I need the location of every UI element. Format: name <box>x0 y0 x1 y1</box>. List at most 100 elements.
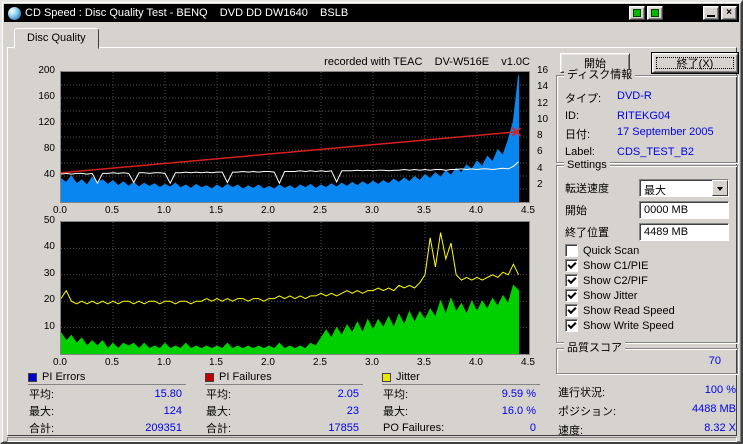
disc-info-row: ID: RITEKG04 <box>557 108 737 124</box>
tab-disc-quality[interactable]: Disc Quality <box>14 28 99 49</box>
titlebar-green-button-2[interactable] <box>647 6 663 20</box>
disc-info-row: タイプ: DVD-R <box>557 88 737 108</box>
axis-tick-label: 0.5 <box>105 205 119 216</box>
axis-tick-label: 20 <box>43 294 55 306</box>
disc-info-row: Label: CDS_TEST_B2 <box>557 144 737 160</box>
show-c1-pie-checkbox[interactable] <box>565 259 578 272</box>
checkbox-row-show-jitter[interactable]: Show Jitter <box>557 288 737 303</box>
axis-tick-label: 0.0 <box>53 205 67 216</box>
axis-tick-label: 3.5 <box>417 357 431 368</box>
transfer-speed-select[interactable]: 最大 <box>639 179 729 197</box>
axis-tick-label: 2 <box>537 178 543 190</box>
pi-failures-jitter-chart <box>60 221 530 355</box>
disc-info-group: ディスク情報 タイプ: DVD-R ID: RITEKG04 日付: 17 Septe… <box>556 69 738 163</box>
legend-pi-failures: PI Failures 平均: 2.05 最大: 23 合計: 17855 <box>205 370 363 436</box>
axis-tick-label: 14 <box>537 81 549 93</box>
status-label: 速度: <box>558 425 584 437</box>
legend-title: PI Errors <box>42 371 86 383</box>
group-title: ディスク情報 <box>564 69 636 82</box>
legend-row-value: 17855 <box>328 421 359 434</box>
legend-row-label: 平均: <box>383 388 409 401</box>
tab-page: recorded with TEAC DV-W516E v1.0C 開始 終了(… <box>7 47 738 438</box>
chevron-down-icon <box>717 187 723 194</box>
checkbox-label: Quick Scan <box>583 244 640 257</box>
chart2-x-axis: 0.0 0.5 1.0 1.5 2.0 2.5 3.0 3.5 4.0 4.5 <box>53 357 535 369</box>
legend-row-value: 0 <box>529 421 536 434</box>
start-position-input[interactable]: 0000 MB <box>639 201 729 219</box>
show-jitter-checkbox[interactable] <box>565 289 578 302</box>
axis-tick-label: 1.5 <box>209 205 223 216</box>
show-write-speed-checkbox[interactable] <box>565 319 578 332</box>
axis-tick-label: 160 <box>38 91 55 102</box>
checkbox-label: Show C2/PIF <box>583 274 648 287</box>
speed-status-row: 速度: 8.32 X <box>556 422 738 438</box>
checkbox-label: Show Write Speed <box>583 319 674 332</box>
jitter-swatch-icon <box>382 372 391 382</box>
recorded-with-text: recorded with TEAC DV-W516E v1.0C <box>324 56 530 68</box>
axis-tick-label: 120 <box>38 117 55 128</box>
progress-status-row: 進行状況: 100 % <box>556 384 738 400</box>
close-button[interactable]: × <box>721 6 737 20</box>
legend-row: PO Failures: 0 <box>382 419 540 436</box>
green-square-icon <box>651 9 659 17</box>
end-position-input[interactable]: 4489 MB <box>639 223 729 241</box>
green-square-icon <box>633 9 641 17</box>
group-title: 品質スコア <box>564 342 625 355</box>
legend-header: Jitter <box>382 370 540 385</box>
legend-row-value: 209351 <box>145 421 182 434</box>
axis-tick-label: 3.5 <box>417 205 431 216</box>
settings-group: Settings 転送速度 最大 開始 0000 MB 終了位置 4489 MB… <box>556 159 738 343</box>
field-label: Label: <box>565 146 595 158</box>
pi-errors-swatch-icon <box>28 372 37 382</box>
show-read-speed-checkbox[interactable] <box>565 304 578 317</box>
checkbox-row-show-c2-pif[interactable]: Show C2/PIF <box>557 273 737 288</box>
chart1-canvas <box>60 72 529 203</box>
titlebar-buttons: × <box>629 6 737 20</box>
checkbox-row-show-write-speed[interactable]: Show Write Speed <box>557 318 737 333</box>
field-label: 開始 <box>565 205 587 217</box>
position-status-row: ポジション: 4488 MB <box>556 403 738 419</box>
legend-row-label: 最大: <box>29 405 55 418</box>
legend-title: PI Failures <box>219 371 272 383</box>
legend-row-value: 15.80 <box>154 387 182 400</box>
chart2-left-axis: 10 20 30 40 50 <box>28 216 58 355</box>
titlebar-green-button-1[interactable] <box>629 6 645 20</box>
legend-title: Jitter <box>396 371 420 383</box>
app-icon <box>8 6 21 20</box>
axis-tick-label: 4.5 <box>521 205 535 216</box>
axis-tick-label: 0.5 <box>105 357 119 368</box>
selected-option: 最大 <box>644 185 666 196</box>
axis-tick-label: 0.0 <box>53 357 67 368</box>
legend-row-label: 平均: <box>29 388 55 401</box>
chart1-left-axis: 40 80 120 160 200 <box>28 66 58 203</box>
axis-tick-label: 10 <box>537 113 549 125</box>
axis-tick-label: 80 <box>43 143 55 154</box>
axis-tick-label: 4.0 <box>469 205 483 216</box>
show-c2-pif-checkbox[interactable] <box>565 274 578 287</box>
axis-tick-label: 40 <box>43 241 55 253</box>
field-label: タイプ: <box>565 93 602 105</box>
start-position-row: 開始 0000 MB <box>557 199 737 221</box>
axis-tick-label: 1.0 <box>157 357 171 368</box>
exit-button[interactable]: 終了(X) <box>652 53 738 73</box>
axis-tick-label: 8 <box>537 130 543 141</box>
disc-label-value: CDS_TEST_B2 <box>617 146 695 158</box>
axis-tick-label: 6 <box>537 146 543 158</box>
legend-jitter: Jitter 平均: 9.59 % 最大: 16.0 % PO Failures: 0 <box>382 370 540 436</box>
disc-type-value: DVD-R <box>617 90 652 102</box>
legend-row: 平均: 15.80 <box>28 385 186 402</box>
checkbox-row-show-read-speed[interactable]: Show Read Speed <box>557 303 737 318</box>
legend-row: 平均: 9.59 % <box>382 385 540 402</box>
quick-scan-checkbox[interactable] <box>565 244 578 257</box>
checkbox-row-show-c1-pie[interactable]: Show C1/PIE <box>557 258 737 273</box>
tab-label: Disc Quality <box>27 32 86 44</box>
disc-date-value: 17 September 2005 <box>617 126 714 138</box>
axis-tick-label: 10 <box>43 320 55 332</box>
legend-row-value: 2.05 <box>337 387 359 400</box>
minimize-button[interactable] <box>703 6 719 20</box>
combo-dropdown-button[interactable] <box>712 180 728 196</box>
checkbox-row-quick-scan[interactable]: Quick Scan <box>557 243 737 258</box>
axis-tick-label: 2.5 <box>313 205 327 216</box>
legend-row: 合計: 209351 <box>28 419 186 436</box>
axis-tick-label: 4.0 <box>469 357 483 368</box>
